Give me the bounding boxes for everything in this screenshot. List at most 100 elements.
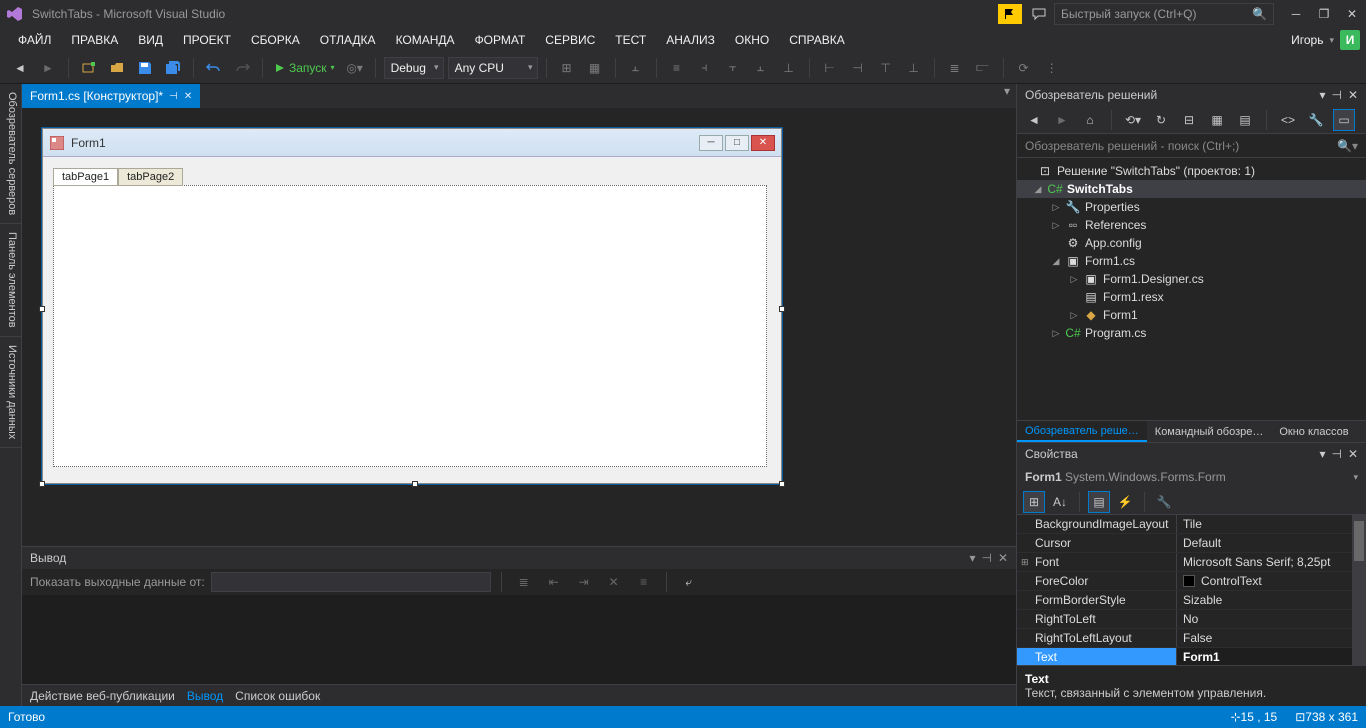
menu-window[interactable]: ОКНО: [725, 30, 779, 50]
tabpage-2[interactable]: tabPage2: [118, 168, 183, 186]
menu-project[interactable]: ПРОЕКТ: [173, 30, 241, 50]
props-props-button[interactable]: ▤: [1088, 491, 1110, 513]
data-sources-tab[interactable]: Источники данных: [0, 337, 21, 448]
layout-button-1[interactable]: ⫠: [624, 56, 648, 80]
layout-button-3[interactable]: ⫞: [693, 56, 717, 80]
se-properties-button[interactable]: ▤: [1234, 109, 1256, 131]
output-btn-2[interactable]: ⇤: [542, 570, 566, 594]
output-btn-4[interactable]: ✕: [602, 570, 626, 594]
props-alpha-button[interactable]: A↓: [1049, 491, 1071, 513]
se-home-button[interactable]: ⌂: [1079, 109, 1101, 131]
tree-references-node[interactable]: ▷▫▫References: [1017, 216, 1366, 234]
menu-help[interactable]: СПРАВКА: [779, 30, 855, 50]
layout-button-2[interactable]: ≡: [665, 56, 689, 80]
property-row[interactable]: RightToLeftLayoutFalse: [1017, 629, 1366, 648]
output-btn-3[interactable]: ⇥: [572, 570, 596, 594]
user-dropdown-icon[interactable]: ▾: [1329, 35, 1334, 46]
menu-edit[interactable]: ПРАВКА: [61, 30, 128, 50]
layout-button-13[interactable]: ⟳: [1012, 56, 1036, 80]
layout-button-7[interactable]: ⊢: [818, 56, 842, 80]
tree-solution-node[interactable]: ⊡Решение "SwitchTabs" (проектов: 1): [1017, 162, 1366, 180]
maximize-button[interactable]: ❐: [1310, 2, 1338, 26]
resize-handle-w[interactable]: [39, 306, 45, 312]
new-project-button[interactable]: [77, 56, 101, 80]
menu-view[interactable]: ВИД: [128, 30, 173, 50]
props-scrollbar[interactable]: [1352, 515, 1366, 665]
tree-form1class-node[interactable]: ▷◆Form1: [1017, 306, 1366, 324]
user-name[interactable]: Игорь: [1291, 33, 1323, 47]
layout-button-5[interactable]: ⫠: [749, 56, 773, 80]
menu-team[interactable]: КОМАНДА: [386, 30, 465, 50]
properties-grid[interactable]: BackgroundImageLayoutTileCursorDefault⊞F…: [1017, 515, 1366, 665]
menu-analyze[interactable]: АНАЛИЗ: [656, 30, 725, 50]
panel-pin-icon[interactable]: ⊣: [981, 551, 991, 565]
undo-button[interactable]: [202, 56, 226, 80]
menu-format[interactable]: ФОРМАТ: [465, 30, 536, 50]
panel-close-icon[interactable]: ✕: [998, 551, 1008, 565]
property-row[interactable]: TextForm1: [1017, 648, 1366, 665]
run-button[interactable]: Запуск ▾: [271, 61, 339, 75]
resize-handle-se[interactable]: [779, 481, 785, 487]
tab-solution-explorer[interactable]: Обозреватель реше…: [1017, 421, 1147, 442]
resize-handle-s[interactable]: [412, 481, 418, 487]
menu-test[interactable]: ТЕСТ: [605, 30, 656, 50]
layout-button-9[interactable]: ⊤: [874, 56, 898, 80]
layout-button-8[interactable]: ⊣: [846, 56, 870, 80]
layout-button-4[interactable]: ⫟: [721, 56, 745, 80]
se-collapse-button[interactable]: ⊟: [1178, 109, 1200, 131]
properties-object-selector[interactable]: Form1 System.Windows.Forms.Form ▾: [1017, 465, 1366, 489]
config-combo[interactable]: Debug: [384, 57, 444, 79]
property-row[interactable]: RightToLeftNo: [1017, 610, 1366, 629]
property-row[interactable]: BackgroundImageLayoutTile: [1017, 515, 1366, 534]
close-button[interactable]: ✕: [1338, 2, 1366, 26]
bottom-tab-publish[interactable]: Действие веб-публикации: [30, 689, 175, 703]
save-all-button[interactable]: [161, 56, 185, 80]
toolbox-tab[interactable]: Панель элементов: [0, 224, 21, 337]
tree-programcs-node[interactable]: ▷C#Program.cs: [1017, 324, 1366, 342]
se-dropdown-icon[interactable]: ▾: [1319, 88, 1325, 102]
tree-project-node[interactable]: ◢C#SwitchTabs: [1017, 180, 1366, 198]
property-row[interactable]: CursorDefault: [1017, 534, 1366, 553]
tree-form1cs-node[interactable]: ◢▣Form1.cs: [1017, 252, 1366, 270]
se-back-button[interactable]: ◄: [1023, 109, 1045, 131]
se-close-icon[interactable]: ✕: [1348, 88, 1358, 102]
layout-button-12[interactable]: ⫍: [971, 56, 995, 80]
open-file-button[interactable]: [105, 56, 129, 80]
props-events-button[interactable]: ⚡: [1114, 491, 1136, 513]
menu-debug[interactable]: ОТЛАДКА: [310, 30, 386, 50]
redo-button[interactable]: [230, 56, 254, 80]
se-code-button[interactable]: <>: [1277, 109, 1299, 131]
tab-class-view[interactable]: Окно классов: [1271, 421, 1356, 442]
tab-overflow-icon[interactable]: ▾: [998, 84, 1016, 108]
se-sync-button[interactable]: ⟲▾: [1122, 109, 1144, 131]
nav-back-button[interactable]: ◄: [8, 56, 32, 80]
solution-explorer-search[interactable]: Обозреватель решений - поиск (Ctrl+;) 🔍▾: [1017, 134, 1366, 158]
solution-tree[interactable]: ⊡Решение "SwitchTabs" (проектов: 1) ◢C#S…: [1017, 158, 1366, 420]
user-avatar[interactable]: И: [1340, 30, 1360, 50]
props-dropdown-icon[interactable]: ▾: [1319, 447, 1325, 461]
tab-control[interactable]: tabPage1 tabPage2: [53, 167, 767, 469]
document-tab-form1[interactable]: Form1.cs [Конструктор]* ⊣ ✕: [22, 84, 200, 108]
panel-dropdown-icon[interactable]: ▾: [969, 551, 975, 565]
pin-icon[interactable]: ⊣: [169, 91, 178, 102]
resize-handle-e[interactable]: [779, 306, 785, 312]
layout-button-10[interactable]: ⊥: [902, 56, 926, 80]
property-row[interactable]: ⊞FontMicrosoft Sans Serif; 8,25pt: [1017, 553, 1366, 572]
tab-team-explorer[interactable]: Командный обозре…: [1147, 421, 1272, 442]
props-pages-button[interactable]: 🔧: [1153, 491, 1175, 513]
layout-button-11[interactable]: ≣: [943, 56, 967, 80]
props-categorized-button[interactable]: ⊞: [1023, 491, 1045, 513]
nav-forward-button[interactable]: ►: [36, 56, 60, 80]
layout-button-6[interactable]: ⊥: [777, 56, 801, 80]
property-row[interactable]: ForeColorControlText: [1017, 572, 1366, 591]
server-explorer-tab[interactable]: Обозреватель серверов: [0, 84, 21, 224]
se-wrench-button[interactable]: 🔧: [1305, 109, 1327, 131]
property-row[interactable]: FormBorderStyleSizable: [1017, 591, 1366, 610]
platform-combo[interactable]: Any CPU: [448, 57, 538, 79]
output-btn-5[interactable]: ≡: [632, 570, 656, 594]
se-showall-button[interactable]: ▦: [1206, 109, 1228, 131]
tree-form1resx-node[interactable]: ▤Form1.resx: [1017, 288, 1366, 306]
output-source-combo[interactable]: [211, 572, 491, 592]
save-button[interactable]: [133, 56, 157, 80]
se-forward-button[interactable]: ►: [1051, 109, 1073, 131]
